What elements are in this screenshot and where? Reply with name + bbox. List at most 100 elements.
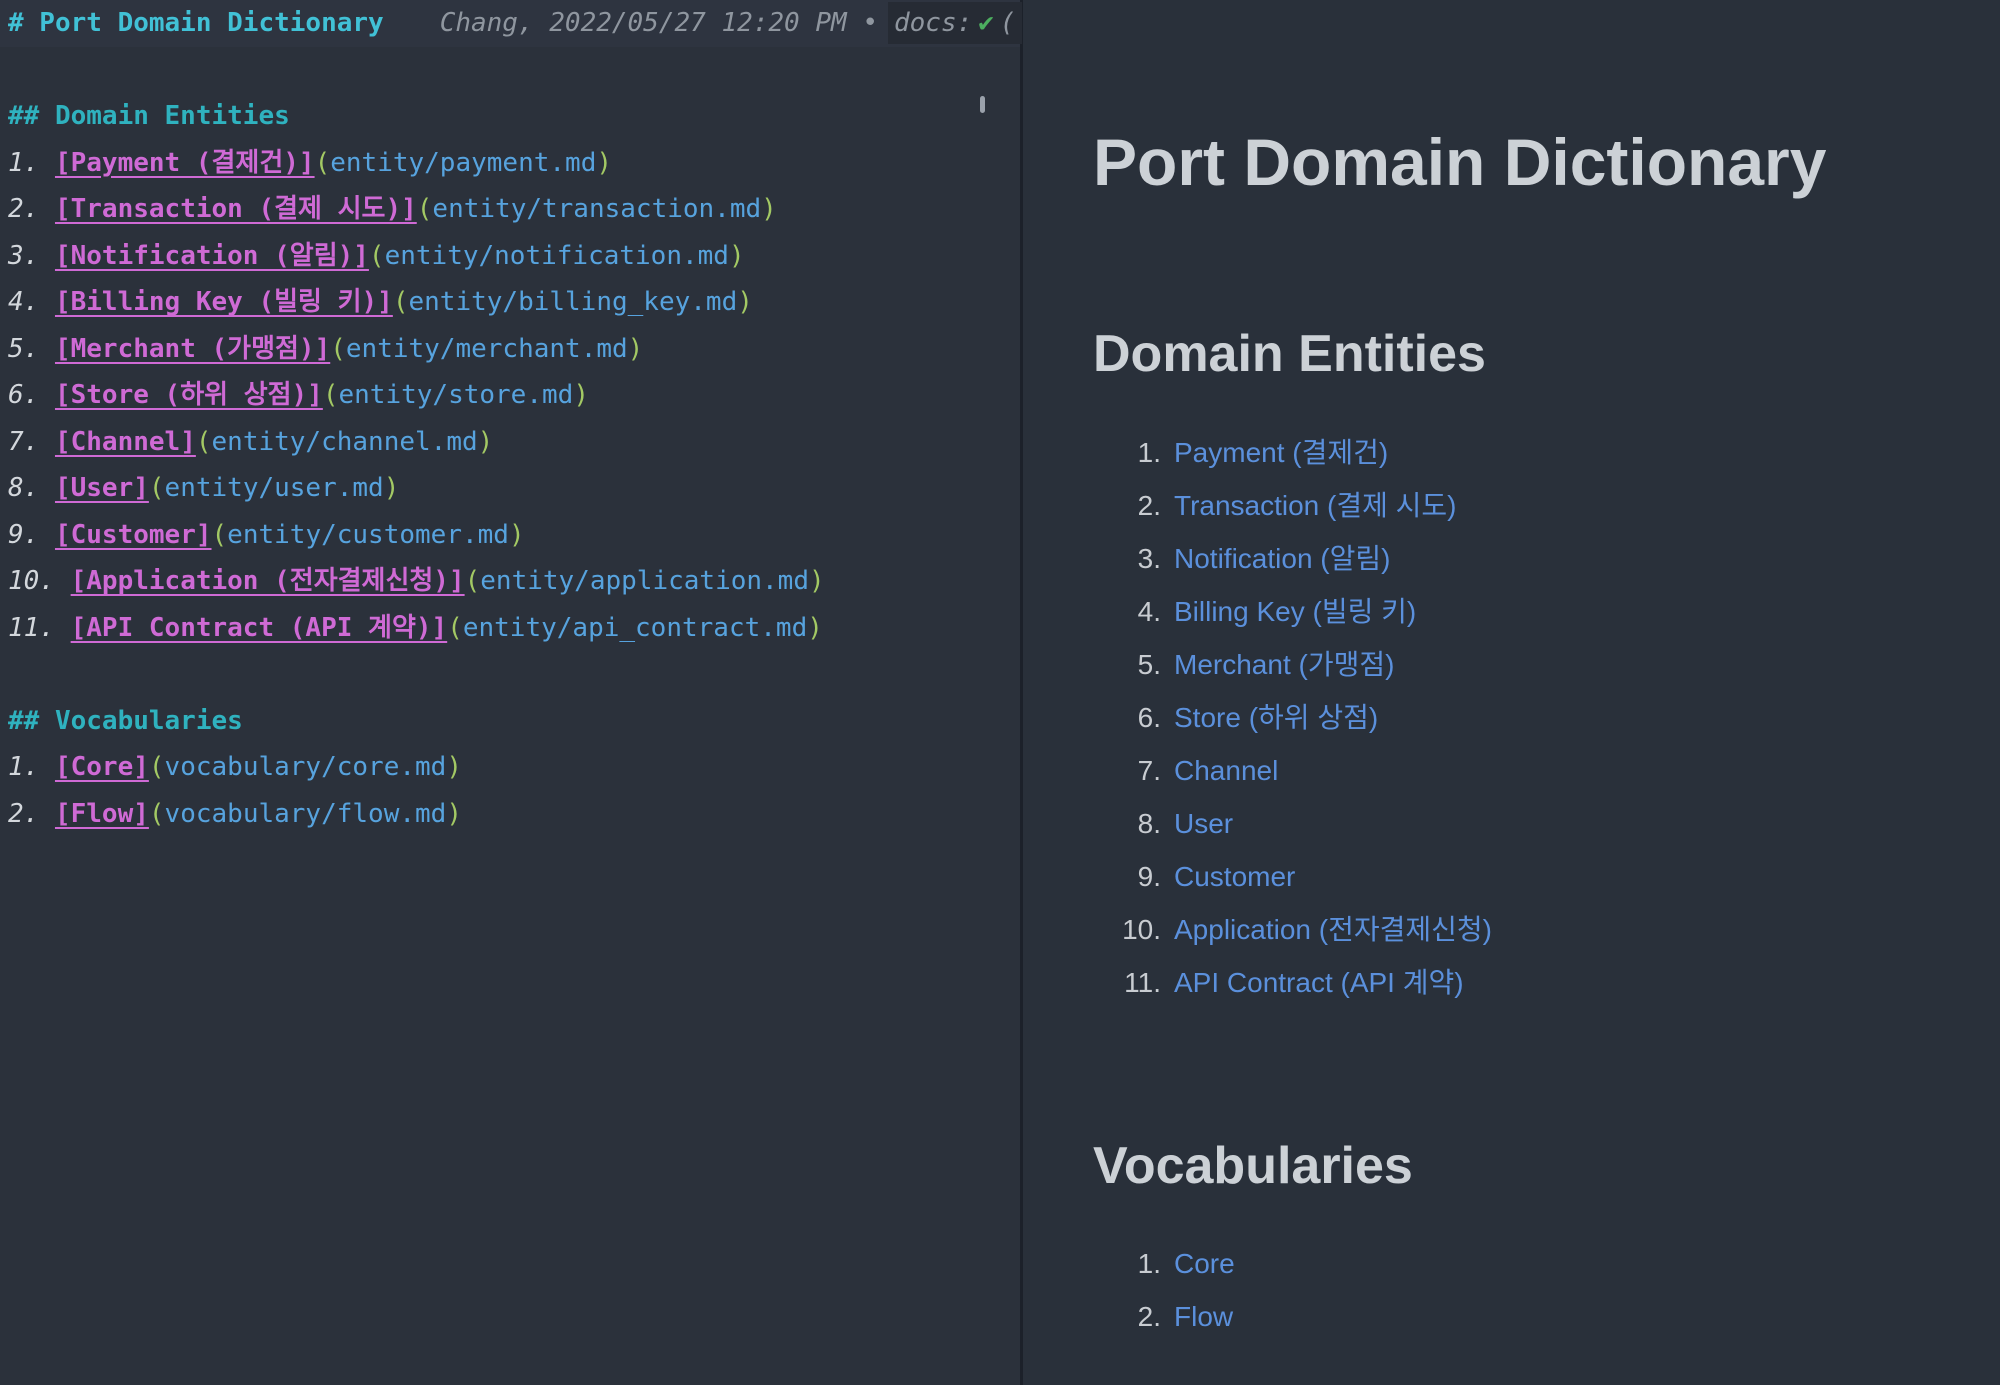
link-url: entity/notification.md	[384, 240, 729, 271]
preview-link[interactable]: Payment (결제건)	[1174, 426, 1388, 479]
editor-link[interactable]: [Payment (결제건)]	[55, 148, 315, 178]
link-url: entity/application.md	[480, 566, 809, 596]
markdown-source-body: ## Domain Entities 1. [Payment (결제건)](ent…	[0, 47, 1020, 838]
list-item-number: 6.	[1137, 701, 1161, 733]
editor-link[interactable]: [Application (전자결제신청)]	[71, 566, 465, 596]
link-url: entity/customer.md	[227, 519, 509, 550]
list-item: 1. Payment (결제건)	[1093, 426, 2000, 479]
list-item-number: 1.	[1137, 1248, 1161, 1280]
preview-section-heading: Domain Entities	[1093, 325, 1486, 384]
list-number: 5.	[8, 333, 40, 364]
open-paren: (	[368, 240, 385, 271]
preview-section-heading: Vocabularies	[1093, 1136, 1413, 1195]
editor-link[interactable]: [Billing Key (빌링 키)]	[55, 287, 393, 317]
editor-link[interactable]: [Transaction (결제 시도)]	[55, 194, 417, 224]
list-number: 1.	[8, 752, 40, 782]
close-paren: )	[737, 287, 753, 317]
check-icon: ✔	[978, 8, 994, 38]
preview-link[interactable]: Transaction (결제 시도)	[1174, 479, 1457, 532]
markdown-source-pane[interactable]: # Port Domain Dictionary Chang, 2022/05/…	[0, 0, 1022, 1385]
preview-link[interactable]: Customer	[1174, 850, 1295, 903]
list-number: 10.	[8, 566, 55, 596]
list-item: 8. User	[1093, 797, 2000, 850]
list-item: 11. API Contract (API 계약)	[1093, 956, 2000, 1009]
preview-link[interactable]: Notification (알림)	[1174, 532, 1390, 585]
docs-status-chip[interactable]: docs: ✔ (	[887, 2, 1022, 45]
preview-link[interactable]: Flow	[1174, 1290, 1233, 1343]
preview-link[interactable]: API Contract (API 계약)	[1174, 956, 1464, 1009]
close-paren: )	[477, 426, 494, 457]
preview-link[interactable]: Core	[1174, 1237, 1235, 1290]
link-url: entity/api_contract.md	[462, 612, 808, 643]
list-item: 2. Transaction (결제 시도)	[1093, 479, 2000, 532]
list-item: 1. Core	[1093, 1237, 2000, 1290]
scrollbar-thumb[interactable]	[980, 96, 985, 113]
markdown-list-line: 1. [Payment (결제건)](entity/payment.md)	[0, 140, 1020, 187]
open-paren: (	[322, 380, 339, 410]
markdown-list-line: 5. [Merchant (가맹점)](entity/merchant.md)	[0, 326, 1020, 373]
open-paren: (	[314, 147, 331, 178]
editor-link[interactable]: [Notification (알림)]	[55, 241, 369, 271]
list-item: 2. Flow	[1093, 1290, 2000, 1343]
editor-link[interactable]: [User]	[55, 473, 149, 503]
preview-link[interactable]: Application (전자결제신청)	[1174, 903, 1492, 956]
markdown-list-line: 4. [Billing Key (빌링 키)](entity/billing_k…	[0, 279, 1020, 326]
editor-link[interactable]: [Flow]	[55, 799, 149, 829]
markdown-preview-pane: Port Domain Dictionary Domain Entities 1.…	[1023, 0, 2000, 1385]
list-item-number: 11.	[1124, 966, 1161, 998]
list-item-number: 2.	[1137, 489, 1161, 521]
close-paren: )	[446, 752, 462, 782]
link-url: vocabulary/core.md	[164, 752, 447, 782]
close-paren: )	[728, 240, 745, 271]
markdown-list-line: 2. [Transaction (결제 시도)](entity/transact…	[0, 186, 1020, 233]
link-url: entity/user.md	[164, 473, 384, 503]
list-item: 10. Application (전자결제신청)	[1093, 903, 2000, 956]
preview-link[interactable]: User	[1174, 797, 1233, 850]
editor-link[interactable]: [Store (하위 상점)]	[55, 380, 323, 410]
markdown-list-line: 6. [Store (하위 상점)](entity/store.md)	[0, 372, 1020, 419]
list-item: 5. Merchant (가맹점)	[1093, 638, 2000, 691]
open-paren: (	[464, 566, 481, 596]
list-item: 4. Billing Key (빌링 키)	[1093, 585, 2000, 638]
link-url: vocabulary/flow.md	[164, 798, 447, 829]
open-paren: (	[330, 333, 346, 364]
preview-link[interactable]: Channel	[1174, 744, 1278, 797]
preview-link[interactable]: Billing Key (빌링 키)	[1174, 585, 1416, 638]
markdown-h1-source: # Port Domain Dictionary	[8, 8, 384, 38]
editor-link[interactable]: [API Contract (API 계약)]	[71, 613, 448, 643]
open-paren: (	[148, 798, 165, 829]
document-header-line: # Port Domain Dictionary Chang, 2022/05/…	[0, 0, 1022, 47]
list-item: 3. Notification (알림)	[1093, 532, 2000, 585]
preview-link[interactable]: Store (하위 상점)	[1174, 691, 1378, 744]
editor-link[interactable]: [Merchant (가맹점)]	[55, 334, 330, 364]
list-item-number: 2.	[1137, 1301, 1161, 1333]
close-paren: )	[807, 612, 823, 643]
open-paren: (	[416, 194, 433, 224]
editor-link[interactable]: [Channel]	[55, 427, 196, 457]
list-item-number: 1.	[1137, 436, 1161, 468]
close-paren: )	[508, 519, 525, 550]
preview-link[interactable]: Merchant (가맹점)	[1174, 638, 1394, 691]
close-paren: )	[446, 798, 462, 829]
editor-link[interactable]: [Core]	[55, 752, 149, 782]
list-item-number: 3.	[1137, 542, 1161, 574]
markdown-list-line: 2. [Flow](vocabulary/flow.md)	[0, 791, 1020, 838]
preview-list: 1. Payment (결제건) 2. Transaction (결제 시도) 3. No…	[1093, 426, 2000, 1009]
markdown-list-line: 10. [Application (전자결제신청)](entity/applic…	[0, 558, 1020, 605]
list-number: 1.	[8, 147, 40, 178]
editor-link[interactable]: [Customer]	[55, 520, 212, 550]
list-number: 2.	[8, 798, 40, 829]
markdown-list-line: 8. [User](entity/user.md)	[0, 465, 1020, 512]
list-number: 2.	[8, 194, 40, 224]
